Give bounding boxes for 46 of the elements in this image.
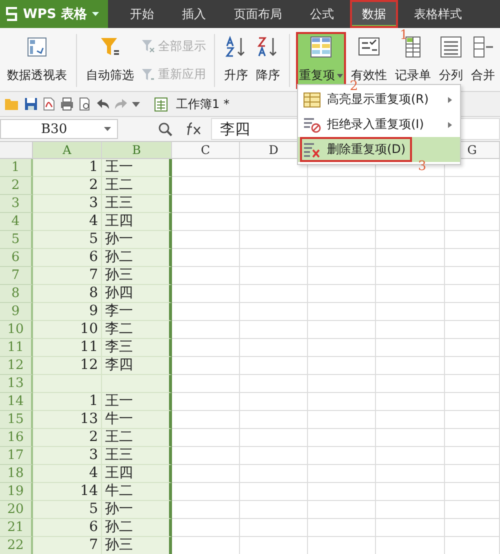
table-cell: 孙二 xyxy=(102,519,172,537)
table-cell: 李四 xyxy=(102,357,172,375)
table-cell: 3 xyxy=(33,447,102,465)
annotation-number: 2 xyxy=(350,80,358,93)
table-cell: 李三 xyxy=(102,339,172,357)
table-cell: 3 xyxy=(33,195,102,213)
table-cell: 孙三 xyxy=(102,267,172,285)
table-cell: 6 xyxy=(33,519,102,537)
table-cell: 王二 xyxy=(102,429,172,447)
table-cell: 7 xyxy=(33,267,102,285)
table-cell: 王二 xyxy=(102,177,172,195)
table-cell: 孙三 xyxy=(102,537,172,554)
table-cell: 11 xyxy=(33,339,102,357)
table-cell: 孙一 xyxy=(102,231,172,249)
table-cell: 8 xyxy=(33,285,102,303)
table-cell: 4 xyxy=(33,213,102,231)
annotation-number: 1 xyxy=(400,29,408,42)
annotation-number: 3 xyxy=(418,160,426,173)
table-cell: 5 xyxy=(33,231,102,249)
table-cell: 12 xyxy=(33,357,102,375)
table-cell: 孙四 xyxy=(102,285,172,303)
table-cell: 王三 xyxy=(102,195,172,213)
table-cell: 14 xyxy=(33,483,102,501)
table-cell: 5 xyxy=(33,501,102,519)
table-cell: 李二 xyxy=(102,321,172,339)
table-cell: 牛一 xyxy=(102,411,172,429)
table-cell: 王四 xyxy=(102,465,172,483)
table-cell: 王一 xyxy=(102,393,172,411)
table-cell: 王一 xyxy=(102,159,172,177)
table-cell: 2 xyxy=(33,429,102,447)
table-cell: 李一 xyxy=(102,303,172,321)
table-cell: 孙一 xyxy=(102,501,172,519)
table-cell: 6 xyxy=(33,249,102,267)
table-cell: 孙二 xyxy=(102,249,172,267)
table-cell: 王四 xyxy=(102,213,172,231)
table-cell: 4 xyxy=(33,465,102,483)
table-cell: 1 xyxy=(33,393,102,411)
table-cell: 王三 xyxy=(102,447,172,465)
table-cell: 7 xyxy=(33,537,102,554)
table-cell: 10 xyxy=(33,321,102,339)
table-cell: 13 xyxy=(33,411,102,429)
table-cell: 1 xyxy=(33,159,102,177)
table-cell: 2 xyxy=(33,177,102,195)
table-cell: 牛二 xyxy=(102,483,172,501)
app-name: WPS 表格 xyxy=(23,6,87,23)
table-cell: 9 xyxy=(33,303,102,321)
